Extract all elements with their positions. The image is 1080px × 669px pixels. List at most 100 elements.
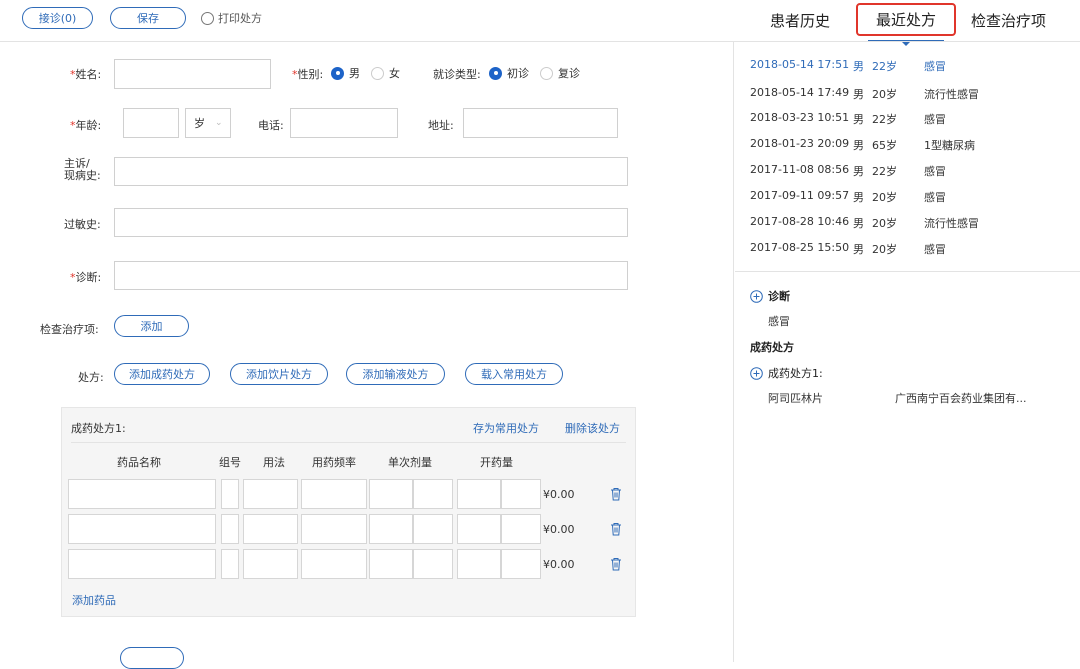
visit-first-label: 初诊 (507, 67, 529, 80)
history-row[interactable]: 2018-01-23 20:09 男 65岁 1型糖尿病 (750, 137, 975, 153)
age-input[interactable] (123, 108, 179, 138)
add-infusion-rx-button[interactable]: 添加输液处方 (346, 363, 445, 385)
history-row[interactable]: 2017-08-28 10:46 男 20岁 流行性感冒 (750, 215, 979, 231)
exam-add-button[interactable]: 添加 (114, 315, 189, 337)
print-label: 打印处方 (218, 12, 262, 25)
visit-return-radio[interactable] (540, 66, 553, 80)
expand-plus-icon[interactable] (750, 366, 763, 380)
usage-input[interactable] (243, 514, 298, 544)
phone-input[interactable] (290, 108, 398, 138)
header-divider-right (735, 41, 1080, 42)
prescription-label: 处方: (78, 371, 104, 384)
trash-icon[interactable] (610, 487, 622, 501)
address-label: 地址: (428, 119, 454, 132)
exam-items-label: 检查治疗项: (40, 323, 99, 336)
name-label: *姓名: (70, 68, 102, 81)
col-quantity: 开药量 (480, 456, 513, 469)
bottom-button-partial[interactable] (120, 647, 184, 669)
add-decoction-rx-button[interactable]: 添加饮片处方 (230, 363, 328, 385)
col-group-no: 组号 (219, 456, 241, 469)
tab-recent-prescriptions[interactable]: 最近处方 (856, 3, 956, 36)
header-divider-left (0, 41, 735, 42)
dose-input[interactable] (369, 514, 413, 544)
address-input[interactable] (463, 108, 618, 138)
visit-return-label: 复诊 (558, 67, 580, 80)
gender-label: *性别: (292, 68, 324, 81)
add-patent-medicine-rx-button[interactable]: 添加成药处方 (114, 363, 210, 385)
chevron-down-icon: ⌄ (215, 118, 223, 128)
drug-name-input[interactable] (68, 479, 216, 509)
detail-diagnosis-title: 诊断 (768, 290, 790, 303)
age-unit-value: 岁 (194, 117, 205, 130)
detail-diagnosis-value: 感冒 (768, 315, 790, 328)
usage-input[interactable] (243, 549, 298, 579)
quantity-unit-input[interactable] (501, 514, 541, 544)
drug-name-input[interactable] (68, 549, 216, 579)
tab-patient-history[interactable]: 患者历史 (770, 10, 830, 31)
name-input[interactable] (114, 59, 271, 89)
tab-recent-label: 最近处方 (875, 11, 936, 29)
age-unit-select[interactable]: 岁 ⌄ (185, 108, 231, 138)
dose-unit-input[interactable] (413, 549, 453, 579)
col-drug-name: 药品名称 (117, 456, 161, 469)
history-row[interactable]: 2017-08-25 15:50 男 20岁 感冒 (750, 241, 946, 257)
dose-input[interactable] (369, 549, 413, 579)
load-common-rx-button[interactable]: 载入常用处方 (465, 363, 563, 385)
gender-male-label: 男 (349, 67, 360, 80)
group-no-input[interactable] (221, 549, 239, 579)
quantity-input[interactable] (457, 479, 501, 509)
row-price: ¥0.00 (543, 558, 575, 571)
diagnosis-input[interactable] (114, 261, 628, 290)
save-button[interactable]: 保存 (110, 7, 186, 29)
quantity-unit-input[interactable] (501, 549, 541, 579)
group-no-input[interactable] (221, 479, 239, 509)
prescription-panel (61, 407, 636, 617)
detail-diagnosis-header[interactable]: 诊断 (750, 288, 790, 304)
trash-icon[interactable] (610, 522, 622, 536)
tab-exam-items[interactable]: 检查治疗项 (971, 10, 1046, 31)
visit-first-radio[interactable] (489, 66, 502, 80)
history-row[interactable]: 2018-05-14 17:51 男 22岁 感冒 (750, 58, 946, 74)
reception-button[interactable]: 接诊(0) (22, 7, 93, 29)
dose-input[interactable] (369, 479, 413, 509)
detail-rx-title: 成药处方1: (768, 367, 823, 380)
history-row[interactable]: 2018-05-14 17:49 男 20岁 流行性感冒 (750, 86, 979, 102)
prescription-header-divider (71, 442, 626, 443)
usage-input[interactable] (243, 479, 298, 509)
allergy-label: 过敏史: (64, 218, 101, 231)
history-row[interactable]: 2018-03-23 10:51 男 22岁 感冒 (750, 111, 946, 127)
quantity-input[interactable] (457, 549, 501, 579)
visit-type-label: 就诊类型: (433, 68, 481, 81)
phone-label: 电话: (258, 119, 284, 132)
drug-name-input[interactable] (68, 514, 216, 544)
gender-radio-group[interactable]: 男 女 (331, 65, 400, 81)
detail-section-title: 成药处方 (750, 341, 794, 354)
dose-unit-input[interactable] (413, 479, 453, 509)
detail-rx-header[interactable]: 成药处方1: (750, 365, 823, 381)
print-radio-icon (201, 11, 214, 25)
diagnosis-label: *诊断: (70, 271, 102, 284)
trash-icon[interactable] (610, 557, 622, 571)
col-usage: 用法 (263, 456, 285, 469)
frequency-input[interactable] (301, 479, 367, 509)
frequency-input[interactable] (301, 549, 367, 579)
quantity-unit-input[interactable] (501, 479, 541, 509)
complaint-input[interactable] (114, 157, 628, 186)
gender-female-radio[interactable] (371, 66, 384, 80)
dose-unit-input[interactable] (413, 514, 453, 544)
save-common-rx-link[interactable]: 存为常用处方 (473, 420, 539, 436)
col-dose: 单次剂量 (388, 456, 432, 469)
expand-plus-icon[interactable] (750, 289, 763, 303)
add-drug-link[interactable]: 添加药品 (72, 592, 116, 608)
visit-type-radio-group[interactable]: 初诊 复诊 (489, 65, 580, 81)
frequency-input[interactable] (301, 514, 367, 544)
quantity-input[interactable] (457, 514, 501, 544)
history-row[interactable]: 2017-11-08 08:56 男 22岁 感冒 (750, 163, 946, 179)
group-no-input[interactable] (221, 514, 239, 544)
delete-rx-link[interactable]: 删除该处方 (565, 420, 620, 436)
print-option[interactable]: 打印处方 (201, 10, 262, 26)
complaint-label: 主诉/ 现病史: (64, 157, 101, 182)
gender-male-radio[interactable] (331, 66, 344, 80)
history-row[interactable]: 2017-09-11 09:57 男 20岁 感冒 (750, 189, 946, 205)
allergy-input[interactable] (114, 208, 628, 237)
